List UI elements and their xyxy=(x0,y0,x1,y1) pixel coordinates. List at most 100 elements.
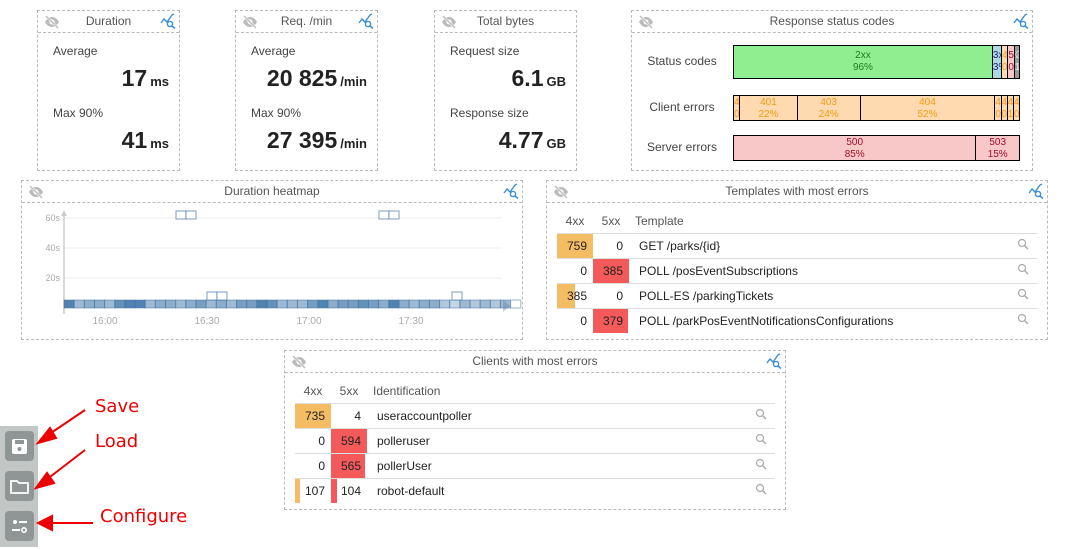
heatmap-cell[interactable] xyxy=(428,299,441,309)
heatmap-cell[interactable] xyxy=(499,299,512,309)
table-row[interactable]: 735 4 useraccountpoller xyxy=(295,402,775,428)
heatmap-outlier-cell[interactable] xyxy=(388,210,400,220)
table-row[interactable]: 385 0 POLL-ES /parkingTickets xyxy=(557,282,1037,308)
inspect-icon[interactable] xyxy=(709,402,775,428)
inspect-icon[interactable] xyxy=(1008,282,1037,308)
heatmap-cell[interactable] xyxy=(73,299,85,309)
heatmap-cell[interactable] xyxy=(236,299,248,309)
table-row[interactable]: 0 565 pollerUser xyxy=(295,452,775,478)
hide-icon[interactable] xyxy=(28,184,44,200)
table-header: 4xx 5xx Template xyxy=(557,209,1037,233)
status-segment-∅[interactable]: ∅1% xyxy=(1014,46,1019,78)
status-segment-500[interactable]: 500 85% xyxy=(734,136,977,160)
heatmap-cell[interactable] xyxy=(215,299,227,309)
heatmap-cell[interactable] xyxy=(104,299,116,309)
heatmap-cell[interactable] xyxy=(510,299,522,309)
heatmap-cell[interactable] xyxy=(225,299,238,309)
heatmap-cell[interactable] xyxy=(459,299,471,309)
inspect-icon[interactable] xyxy=(709,477,775,503)
heatmap-cell[interactable] xyxy=(489,299,501,309)
inspect-icon[interactable] xyxy=(1008,307,1037,333)
heatmap-outlier-cell[interactable] xyxy=(185,210,197,220)
heatmap-cell[interactable] xyxy=(307,299,319,309)
heatmap-cell[interactable] xyxy=(195,299,207,309)
heatmap-cell[interactable] xyxy=(398,299,410,309)
table-row[interactable]: 107 104 robot-default xyxy=(295,477,775,503)
chart-zoom-icon[interactable] xyxy=(503,183,519,199)
column-header[interactable]: 5xx xyxy=(593,209,629,233)
heatmap-cell[interactable] xyxy=(154,299,167,309)
heatmap-cell[interactable] xyxy=(276,299,288,309)
heatmap-cell[interactable] xyxy=(144,299,156,309)
status-segment-403[interactable]: 403 24% xyxy=(797,96,861,120)
table-row[interactable]: 0 594 polleruser xyxy=(295,427,775,453)
status-segment-503[interactable]: 503 15% xyxy=(976,136,1019,160)
inspect-icon[interactable] xyxy=(1008,257,1037,283)
heatmap-cell[interactable] xyxy=(165,299,177,309)
heatmap-cell[interactable] xyxy=(93,299,106,309)
heatmap-cell[interactable] xyxy=(114,299,126,309)
hide-icon[interactable] xyxy=(553,184,569,200)
heatmap-cell[interactable] xyxy=(63,299,75,309)
column-header[interactable]: 4xx xyxy=(557,209,593,233)
hide-icon[interactable] xyxy=(638,14,654,30)
heatmap-outlier-cell[interactable] xyxy=(206,291,218,301)
heatmap-cell[interactable] xyxy=(205,299,217,309)
heatmap-cell[interactable] xyxy=(439,299,451,309)
chart-zoom-icon[interactable] xyxy=(1013,13,1029,29)
chart-zoom-icon[interactable] xyxy=(160,13,176,29)
column-header[interactable]: 4xx xyxy=(295,379,331,403)
hide-icon[interactable] xyxy=(242,14,258,30)
inspect-icon[interactable] xyxy=(709,427,775,453)
status-segment-2xx[interactable]: 2xx 96% xyxy=(734,46,993,78)
heatmap-outlier-cell[interactable] xyxy=(216,291,228,301)
hide-icon[interactable] xyxy=(291,354,307,370)
heatmap-cell[interactable] xyxy=(449,299,461,309)
heatmap-outlier-cell[interactable] xyxy=(451,291,463,301)
heatmap-cell[interactable] xyxy=(378,299,390,309)
column-header[interactable]: Identification xyxy=(367,379,710,403)
heatmap-cell[interactable] xyxy=(185,299,197,309)
heatmap-cell[interactable] xyxy=(246,299,258,309)
heatmap-cell[interactable] xyxy=(388,299,400,309)
heatmap-cell[interactable] xyxy=(134,299,146,309)
column-header[interactable]: Template xyxy=(629,209,1008,233)
chart-zoom-icon[interactable] xyxy=(358,13,374,29)
heatmap-cell[interactable] xyxy=(469,299,481,309)
chart-zoom-icon[interactable] xyxy=(766,353,782,369)
response-size-value: 4.77 GB xyxy=(498,127,566,153)
heatmap-cell[interactable] xyxy=(357,299,370,309)
table-row[interactable]: 0 385 POLL /posEventSubscriptions xyxy=(557,257,1037,283)
status-segment-401[interactable]: 401 22% xyxy=(740,96,798,120)
hide-icon[interactable] xyxy=(441,14,457,30)
status-segment-424[interactable]: 4240% xyxy=(1013,96,1019,120)
heatmap-outlier-cell[interactable] xyxy=(378,210,390,220)
heatmap-cell[interactable] xyxy=(408,299,420,309)
heatmap-cell[interactable] xyxy=(256,299,268,309)
chart-zoom-icon[interactable] xyxy=(1028,183,1044,199)
heatmap-cell[interactable] xyxy=(175,299,187,309)
heatmap-cell[interactable] xyxy=(83,299,95,309)
inspect-icon[interactable] xyxy=(709,452,775,478)
heatmap-cell[interactable] xyxy=(418,299,430,309)
heatmap-cell[interactable] xyxy=(337,299,349,309)
heatmap-cell[interactable] xyxy=(266,299,278,309)
heatmap-cell[interactable] xyxy=(317,299,329,309)
inspect-icon[interactable] xyxy=(1008,232,1037,258)
hide-icon[interactable] xyxy=(44,14,60,30)
segment-percent: 85% xyxy=(844,149,865,160)
duration-heatmap-chart[interactable]: 60s 40s 20s 16:00 16:30 17:00 17:30 xyxy=(22,204,522,340)
heatmap-cell[interactable] xyxy=(286,299,298,309)
table-row[interactable]: 0 379 POLL /parkPosEventNotificationsConfi… xyxy=(557,307,1037,333)
status-segment-3xx[interactable]: 3xx3% xyxy=(992,46,1002,78)
heatmap-cell[interactable] xyxy=(368,299,380,309)
column-header[interactable]: 5xx xyxy=(331,379,367,403)
heatmap-outlier-cell[interactable] xyxy=(175,210,187,220)
heatmap-cell[interactable] xyxy=(327,299,339,309)
heatmap-cell[interactable] xyxy=(124,299,136,309)
heatmap-cell[interactable] xyxy=(347,299,359,309)
table-row[interactable]: 759 0 GET /parks/{id} xyxy=(557,232,1037,258)
status-segment-404[interactable]: 404 52% xyxy=(860,96,996,120)
heatmap-cell[interactable] xyxy=(479,299,491,309)
heatmap-cell[interactable] xyxy=(296,299,309,309)
